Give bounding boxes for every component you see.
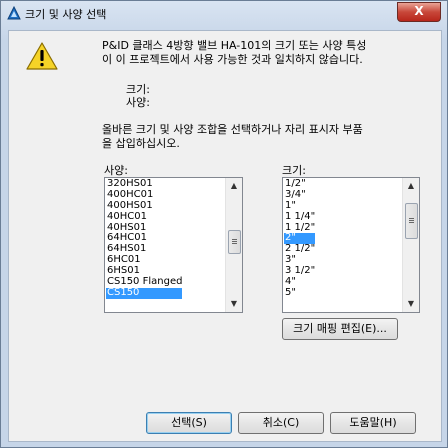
cancel-button[interactable]: 취소(C) <box>238 412 324 434</box>
scroll-down-icon[interactable]: ▼ <box>226 296 242 312</box>
list-item[interactable]: 5" <box>284 287 315 299</box>
select-button[interactable]: 선택(S) <box>146 412 232 434</box>
help-button[interactable]: 도움말(H) <box>330 412 416 434</box>
scroll-up-icon[interactable]: ▲ <box>226 178 242 194</box>
scroll-thumb[interactable] <box>228 230 241 254</box>
spec-list-items: 320HS01 400HC01 400HS01 40HC01 40HS01 64HC01 6… <box>106 178 183 299</box>
dialog-body: P&ID 클래스 4방향 밸브 HA-101의 크기 또는 사양 특성 이 이 … <box>8 30 442 442</box>
app-icon <box>7 6 21 20</box>
message-line-2: 이 이 프로젝트에서 사용 가능한 것과 일치하지 않습니다. <box>102 53 363 66</box>
spec-listbox[interactable]: 320HS01 400HC01 400HS01 40HC01 40HS01 64HC01 6… <box>104 177 243 313</box>
message-line-1: P&ID 클래스 4방향 밸브 HA-101의 크기 또는 사양 특성 <box>102 39 367 52</box>
dialog-window: 크기 및 사양 선택 X P&ID 클래스 4방향 밸브 HA-101의 크기 … <box>0 0 448 448</box>
warning-icon <box>26 42 58 70</box>
list-item[interactable]: 1 1/4" <box>284 211 315 223</box>
spec-list-label: 사양: <box>104 164 128 177</box>
scroll-down-icon[interactable]: ▼ <box>403 296 419 312</box>
close-button[interactable]: X <box>397 2 441 22</box>
scroll-thumb[interactable] <box>405 203 418 239</box>
instruction-text: 올바른 크기 및 사양 조합을 선택하거나 자리 표시자 부품 을 삽입하십시오… <box>102 123 422 151</box>
size-listbox[interactable]: 1/2" 3/4" 1" 1 1/4" 1 1/2" 2" 2 1/2" 3" 3 1/2" 4"… <box>282 177 420 313</box>
size-list-scrollbar[interactable]: ▲ ▼ <box>402 178 419 312</box>
edit-size-mapping-button[interactable]: 크기 매핑 편집(E)... <box>282 318 398 340</box>
window-title: 크기 및 사양 선택 <box>25 8 107 21</box>
list-item[interactable]: 40HC01 <box>106 211 182 223</box>
instruction-line-1: 올바른 크기 및 사양 조합을 선택하거나 자리 표시자 부품 <box>102 123 363 136</box>
size-list-items: 1/2" 3/4" 1" 1 1/4" 1 1/2" 2" 2 1/2" 3" 3 1/2" 4"… <box>284 178 316 299</box>
spec-info-label: 사양: <box>126 96 150 109</box>
title-bar[interactable]: 크기 및 사양 선택 X <box>1 1 447 25</box>
size-info-label: 크기: <box>126 83 150 96</box>
list-item[interactable]: CS150 <box>106 287 183 299</box>
spec-list-scrollbar[interactable]: ▲ ▼ <box>225 178 242 312</box>
message-text: P&ID 클래스 4방향 밸브 HA-101의 크기 또는 사양 특성 이 이 … <box>102 39 432 67</box>
instruction-line-2: 을 삽입하십시오. <box>102 137 180 150</box>
size-list-label: 크기: <box>282 164 306 177</box>
close-icon: X <box>414 4 424 18</box>
scroll-up-icon[interactable]: ▲ <box>403 178 419 194</box>
